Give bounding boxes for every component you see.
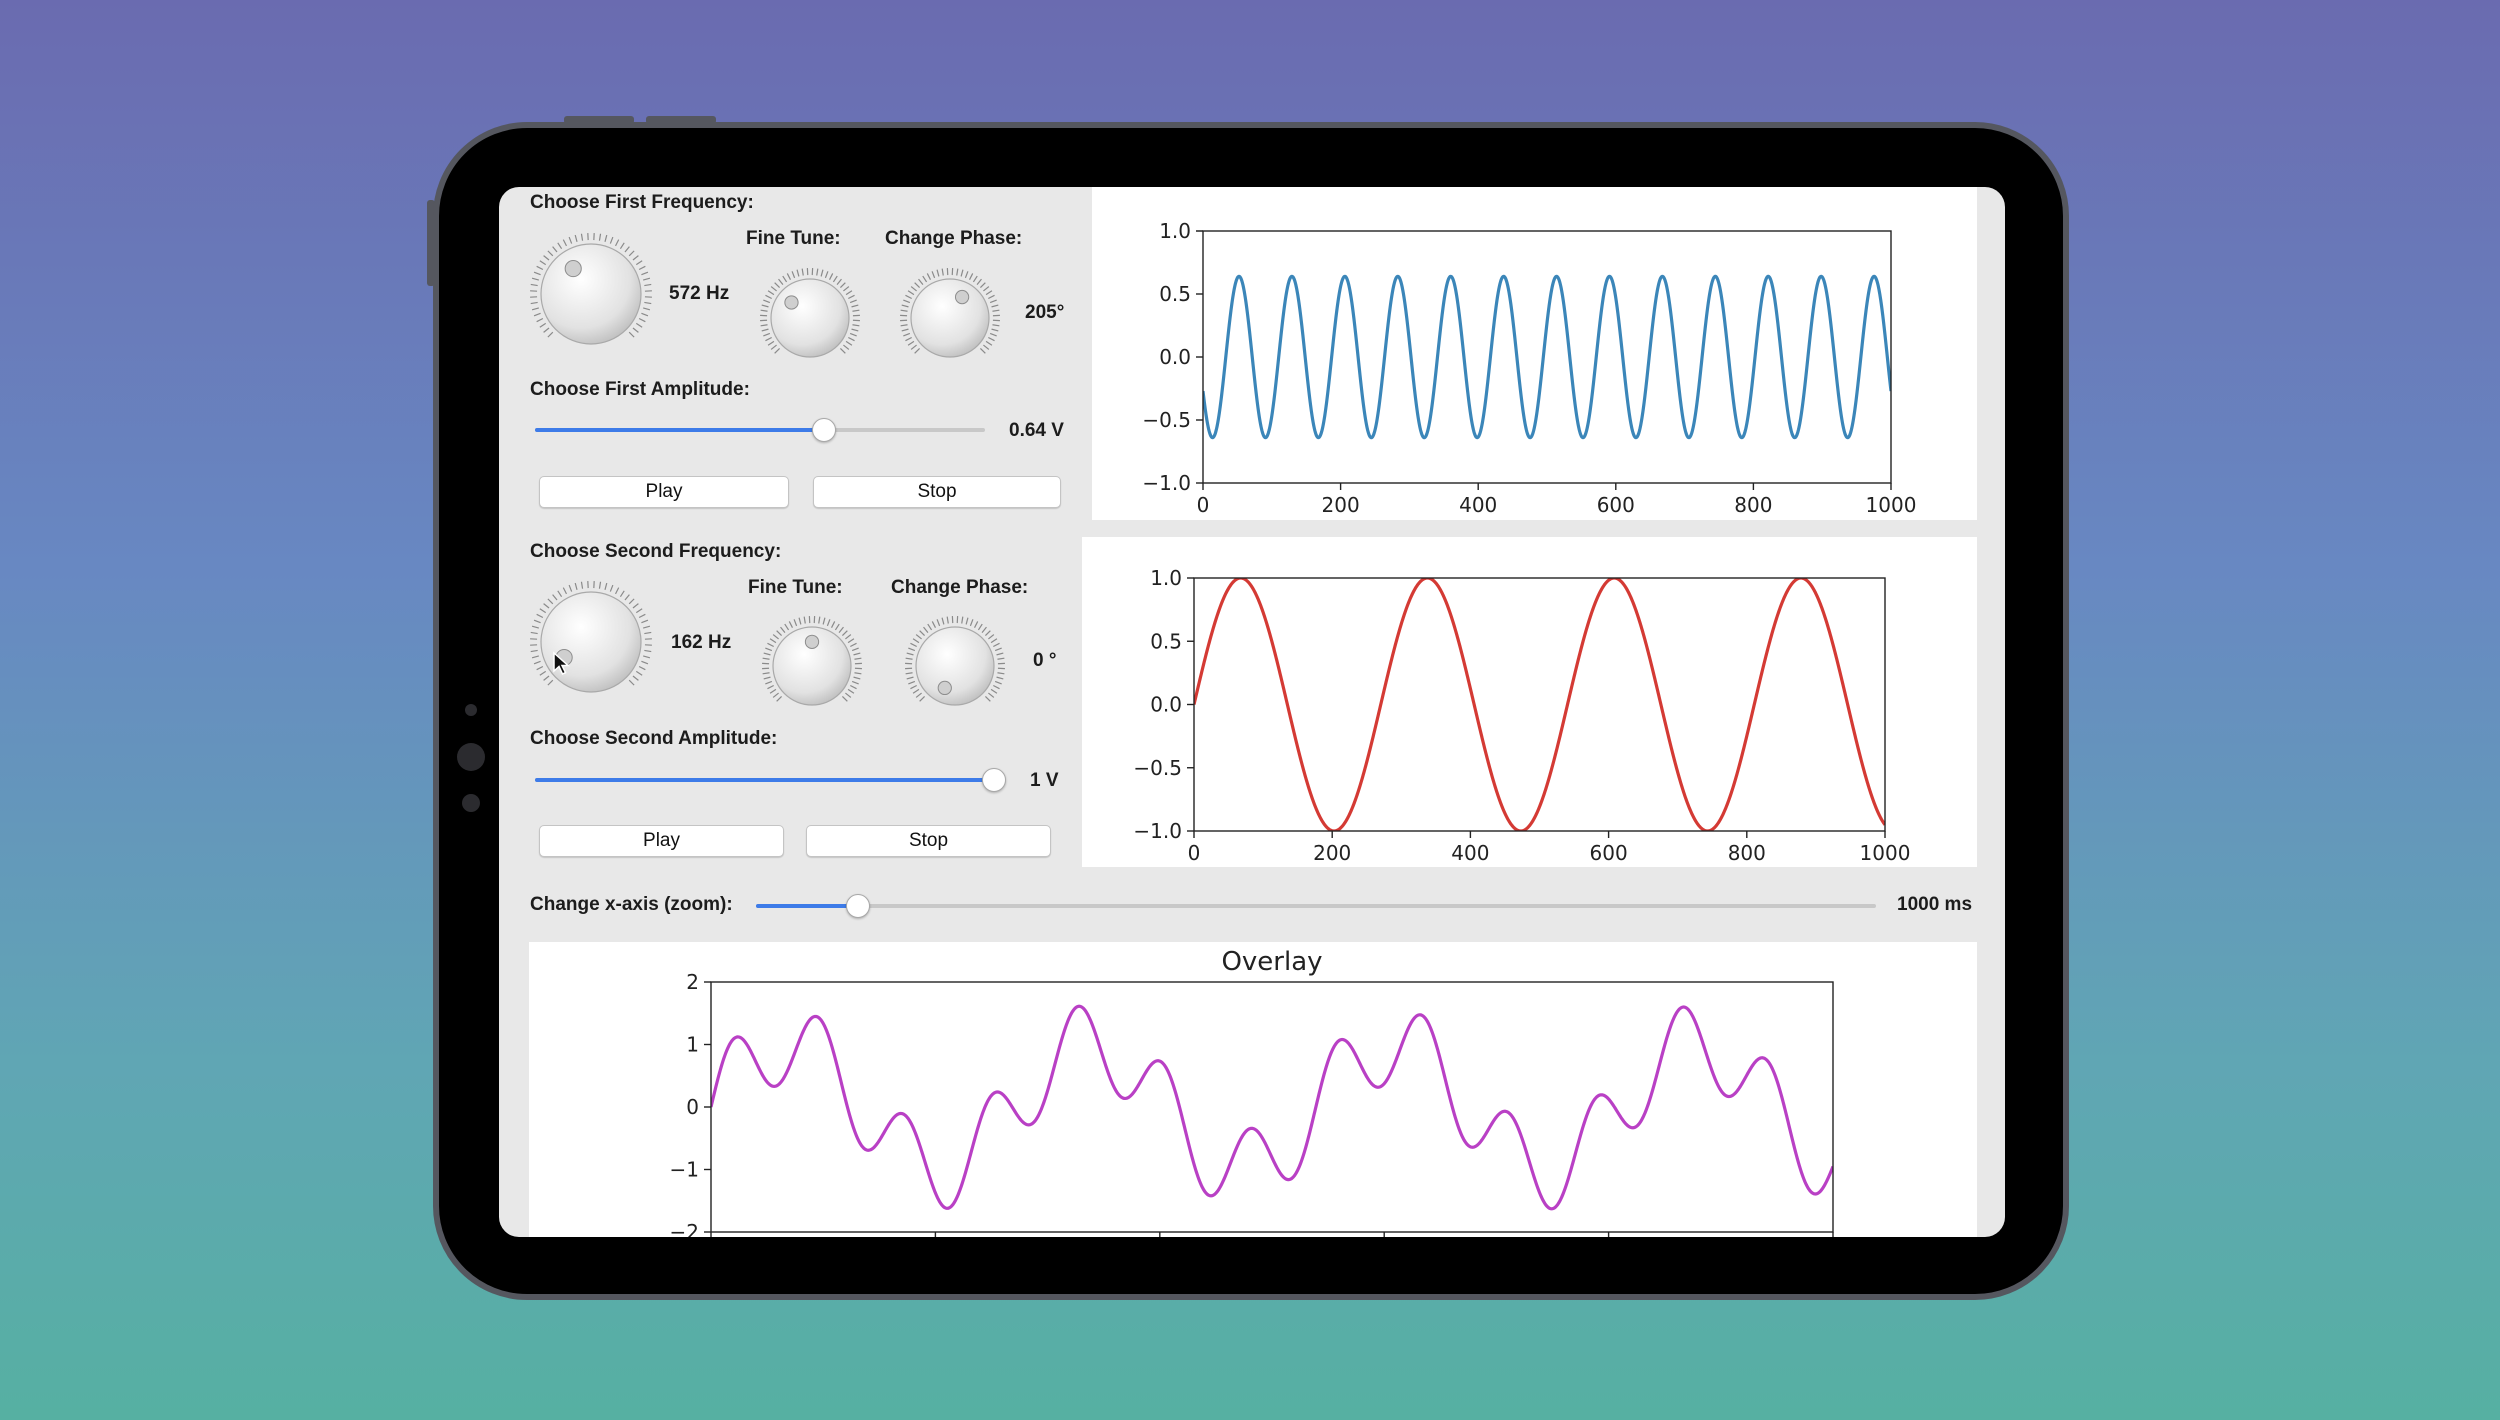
second-play-button[interactable]: Play: [539, 825, 784, 857]
first-fine-tune-label: Fine Tune:: [746, 228, 841, 249]
x-tick-label: 800: [1728, 841, 1766, 865]
mouse-cursor-icon: [553, 651, 570, 675]
first-phase-value: 205°: [1025, 302, 1065, 323]
overlay-plot-panel: 2 1 0 −1 −2 Overlay: [529, 942, 1977, 1237]
first-amplitude-thumb[interactable]: [812, 418, 836, 442]
first-amplitude-label: Choose First Amplitude:: [530, 379, 750, 400]
x-tick-label: 400: [1459, 493, 1497, 517]
y-tick-label: −0.5: [1133, 756, 1182, 780]
plot-frame: [1193, 577, 1886, 832]
y-tick-label: 1: [686, 1033, 699, 1057]
second-phase-knob[interactable]: [904, 615, 1006, 722]
camera-dot: [465, 704, 477, 716]
plot-frame: [710, 981, 1834, 1233]
second-frequency-value: 162 Hz: [671, 632, 732, 653]
second-amplitude-value: 1 V: [1030, 770, 1059, 791]
y-tick-label: −1.0: [1133, 819, 1182, 843]
first-play-button[interactable]: Play: [539, 476, 789, 508]
y-tick-label: −1.0: [1142, 471, 1191, 495]
second-phase-label: Change Phase:: [891, 577, 1029, 598]
camera-lens: [457, 743, 485, 771]
y-tick-label: 1.0: [1159, 219, 1191, 243]
first-phase-label: Change Phase:: [885, 228, 1023, 249]
first-amplitude-fill: [535, 428, 823, 432]
first-frequency-knob[interactable]: [529, 232, 653, 361]
x-tick-label: 800: [1734, 493, 1772, 517]
zoom-slider[interactable]: [756, 894, 1876, 918]
first-frequency-label: Choose First Frequency:: [530, 192, 754, 213]
x-tick-label: 200: [1313, 841, 1351, 865]
y-tick-label: 0.0: [1150, 693, 1182, 717]
y-tick-label: 0.5: [1150, 629, 1182, 653]
zoom-value: 1000 ms: [1897, 894, 1973, 915]
y-tick-label: −2: [670, 1220, 699, 1237]
first-amplitude-slider[interactable]: [535, 418, 985, 442]
first-stop-button[interactable]: Stop: [813, 476, 1061, 508]
zoom-thumb[interactable]: [845, 894, 870, 918]
sensor-dot: [462, 794, 480, 812]
second-fine-tune-knob[interactable]: [761, 615, 863, 722]
series-line: [711, 1004, 1833, 1211]
x-tick-label: 1000: [1860, 841, 1911, 865]
chart-title: Overlay: [1221, 947, 1322, 977]
x-tick-label: 400: [1451, 841, 1489, 865]
x-tick-label: 200: [1322, 493, 1360, 517]
first-fine-tune-knob[interactable]: [759, 267, 861, 374]
y-tick-label: 0: [686, 1095, 699, 1119]
series-line: [1203, 274, 1891, 440]
second-stop-button[interactable]: Stop: [806, 825, 1051, 857]
y-tick-label: −0.5: [1142, 408, 1191, 432]
second-amplitude-fill: [535, 778, 993, 782]
second-amplitude-slider[interactable]: [535, 768, 1006, 792]
x-tick-label: 600: [1597, 493, 1635, 517]
second-frequency-label: Choose Second Frequency:: [530, 541, 782, 562]
y-tick-label: 0.0: [1159, 345, 1191, 369]
zoom-fill: [756, 904, 857, 908]
second-phase-value: 0 °: [1033, 650, 1057, 671]
app-window: Choose First Frequency: 572 Hz Fine Tune…: [499, 187, 2005, 1237]
second-amplitude-thumb[interactable]: [982, 768, 1006, 792]
x-tick-label: 0: [1188, 841, 1201, 865]
second-fine-tune-label: Fine Tune:: [748, 577, 843, 598]
second-frequency-knob[interactable]: [529, 580, 653, 709]
y-tick-label: 1.0: [1150, 566, 1182, 590]
y-tick-label: 2: [686, 970, 699, 994]
first-frequency-value: 572 Hz: [669, 283, 730, 304]
y-tick-label: −1: [670, 1158, 699, 1182]
second-amplitude-label: Choose Second Amplitude:: [530, 728, 778, 749]
second-plot-panel: 1.0 0.5 0.0 −0.5 −1.0 0 200 400 600 800 1000: [1082, 537, 1977, 867]
x-tick-label: 600: [1590, 841, 1628, 865]
first-phase-knob[interactable]: [899, 267, 1001, 374]
x-tick-label: 1000: [1866, 493, 1917, 517]
first-amplitude-value: 0.64 V: [1009, 420, 1064, 441]
first-plot-panel: 1.0 0.5 0.0 −0.5 −1.0 0 200 400 600 800 1000: [1092, 187, 1977, 520]
zoom-label: Change x-axis (zoom):: [530, 894, 733, 915]
y-tick-label: 0.5: [1159, 282, 1191, 306]
x-tick-label: 0: [1197, 493, 1210, 517]
series-line: [1194, 578, 1885, 831]
